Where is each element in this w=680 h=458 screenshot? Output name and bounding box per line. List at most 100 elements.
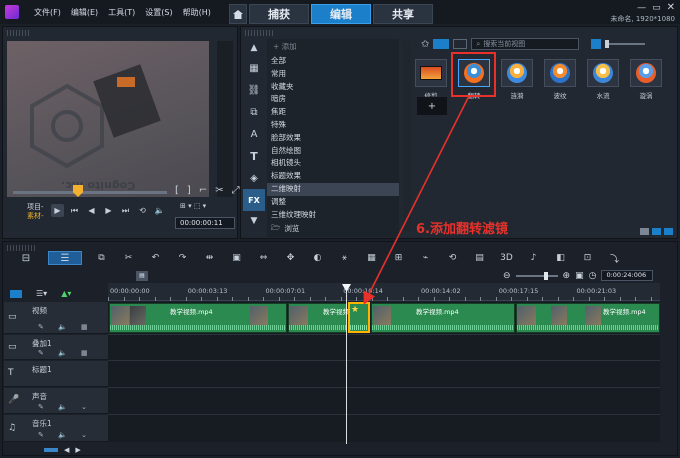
category-item[interactable]: 特殊 xyxy=(267,119,399,132)
home-button[interactable] xyxy=(229,4,247,24)
effect-item[interactable]: 涟漪 xyxy=(501,59,533,100)
mark-in-icon[interactable]: [ xyxy=(175,185,179,196)
media-icon[interactable]: ▦ xyxy=(243,57,265,79)
view-list-icon[interactable] xyxy=(453,39,468,49)
play-button[interactable]: ▶ xyxy=(51,204,64,217)
volume-button[interactable]: 🔈 xyxy=(153,204,166,217)
maximize-button[interactable]: ▭ xyxy=(652,3,661,13)
thumbnail-size-slider[interactable] xyxy=(605,40,646,48)
effect-item[interactable]: 漩涡 xyxy=(630,59,662,100)
menu-tools[interactable]: 工具(T) xyxy=(108,7,135,18)
fx-icon[interactable]: ⤵ xyxy=(601,251,628,265)
minimize-button[interactable]: — xyxy=(637,3,646,13)
timecode-field[interactable]: 00:00:00:11 xyxy=(175,217,235,229)
clip-mode[interactable]: 素材- xyxy=(27,211,44,221)
end-button[interactable]: ⏭ xyxy=(119,204,132,217)
prev-frame-button[interactable]: ◀ xyxy=(85,204,98,217)
category-item[interactable]: 调整 xyxy=(267,196,399,209)
import-icon[interactable] xyxy=(640,228,649,235)
effect-item[interactable]: 波纹 xyxy=(544,59,576,100)
track-header[interactable]: ▭ 叠加1 ✎ 🔈 ▦ xyxy=(4,335,108,360)
split-icon[interactable]: ⌐ xyxy=(199,185,207,196)
mark-out-icon[interactable]: ] xyxy=(187,185,191,196)
category-item[interactable]: 标题效果 xyxy=(267,170,399,183)
category-item[interactable]: 相机镜头 xyxy=(267,157,399,170)
trim-icon[interactable]: ⇹ xyxy=(196,251,223,265)
stretch-icon[interactable]: ⇔ xyxy=(250,251,277,265)
chapter-list-icon[interactable]: ☰▾ xyxy=(36,289,47,298)
add-category-button[interactable]: + 添加 xyxy=(267,39,399,53)
zoom-out-icon[interactable]: ⊖ xyxy=(503,271,511,281)
add-track-icon[interactable]: ▲▾ xyxy=(61,289,71,298)
thumbnail-size-icon[interactable] xyxy=(591,39,602,49)
close-button[interactable]: ✕ xyxy=(667,2,675,13)
video-clip[interactable]: 教学视频.mp4 xyxy=(109,303,287,333)
tab-edit[interactable]: 编辑 xyxy=(311,4,371,24)
redo-icon[interactable]: ↷ xyxy=(169,251,196,265)
repeat-button[interactable]: ⟲ xyxy=(136,204,149,217)
zoom-bar[interactable] xyxy=(44,448,58,452)
home-start-button[interactable]: ⏮ xyxy=(68,204,81,217)
menu-settings[interactable]: 设置(S) xyxy=(145,7,172,18)
storyboard-view-icon[interactable]: ⊟ xyxy=(12,251,40,265)
effect-item[interactable]: 修剪 xyxy=(415,59,447,100)
fx-filter-icon[interactable]: FX xyxy=(243,189,265,211)
snapshot-icon[interactable]: ✂ xyxy=(215,185,223,196)
scroll-left-icon[interactable]: ◀ xyxy=(64,446,69,454)
menu-file[interactable]: 文件(F) xyxy=(34,7,61,18)
mix-icon[interactable]: ✂ xyxy=(115,251,142,265)
star-filter-icon[interactable]: ✩ xyxy=(421,39,429,50)
loop-icon[interactable]: ⟲ xyxy=(439,251,466,265)
motion-icon[interactable]: ⚹ xyxy=(331,251,358,265)
tab-capture[interactable]: 捕获 xyxy=(249,4,309,24)
chapter-icon[interactable]: ▤ xyxy=(136,271,148,281)
instant-project-icon[interactable]: ⛓ xyxy=(243,79,265,101)
transition-icon[interactable]: ⧉ xyxy=(243,101,265,123)
category-item[interactable]: 暗房 xyxy=(267,93,399,106)
timeline-view-icon[interactable]: ☰ xyxy=(48,251,82,265)
speed-icon[interactable]: ⌁ xyxy=(412,251,439,265)
scrubber-track[interactable] xyxy=(13,191,167,194)
category-item[interactable]: 全部 xyxy=(267,55,399,68)
video-clip[interactable]: 教学视频.mp4 xyxy=(516,303,660,333)
title-icon-A[interactable]: A xyxy=(243,123,265,145)
multicam-icon[interactable]: ▦ xyxy=(358,251,385,265)
graphics-icon[interactable]: ◈ xyxy=(243,167,265,189)
split-screen-icon[interactable]: ⊞ xyxy=(385,251,412,265)
category-item[interactable]: 三维纹理映射 xyxy=(267,209,399,222)
track-controls[interactable]: ✎ 🔈 ⌄ xyxy=(38,403,93,411)
scroll-down-icon[interactable]: ▼ xyxy=(243,211,265,231)
track-controls[interactable]: ✎ 🔈 ⌄ xyxy=(38,431,93,439)
time-ruler[interactable]: 00:00:00:00 00:00:03:13 00:00:07:01 00:00:1… xyxy=(108,283,660,301)
tab-share[interactable]: 共享 xyxy=(373,4,433,24)
subtitle-icon[interactable]: ▤ xyxy=(466,251,493,265)
fit-icon[interactable]: ▣ xyxy=(575,271,584,281)
menu-edit[interactable]: 编辑(E) xyxy=(71,7,98,18)
track-header[interactable]: ▭ 视频 ✎ 🔈 ▦ xyxy=(4,302,108,334)
scroll-right-icon[interactable]: ▶ xyxy=(75,446,80,454)
next-frame-button[interactable]: ▶ xyxy=(102,204,115,217)
category-item[interactable]: 常用 xyxy=(267,68,399,81)
track-header[interactable]: T 标题1 xyxy=(4,361,108,387)
video-clip[interactable]: 教学视频.mp4 xyxy=(288,303,366,333)
track-manager-icon[interactable] xyxy=(10,289,22,298)
3d-title-icon[interactable]: 3D xyxy=(493,251,520,265)
track-controls[interactable]: ✎ 🔈 ▦ xyxy=(38,323,94,331)
effect-item[interactable]: 水流 xyxy=(587,59,619,100)
menu-help[interactable]: 帮助(H) xyxy=(183,7,211,18)
title-icon[interactable]: T xyxy=(243,145,265,167)
category-item[interactable]: 自然绘图 xyxy=(267,145,399,158)
enlarge-icon[interactable]: ⤢ xyxy=(232,185,240,196)
category-item[interactable]: 二维映射 xyxy=(267,182,399,196)
overlay-icon[interactable]: ⊡ xyxy=(574,251,601,265)
undo-icon[interactable]: ↶ xyxy=(142,251,169,265)
view-thumbnail-icon[interactable] xyxy=(433,39,450,49)
record-icon[interactable]: ⧉ xyxy=(88,251,115,265)
video-clip[interactable]: 教学视频.mp4 xyxy=(371,303,515,333)
panel-splitter[interactable] xyxy=(403,41,411,231)
zoom-in-icon[interactable]: ⊕ xyxy=(563,271,571,281)
track-controls[interactable]: ✎ 🔈 ▦ xyxy=(38,349,94,357)
color-icon[interactable]: ◧ xyxy=(547,251,574,265)
selected-clip[interactable]: ★ xyxy=(348,302,370,333)
category-item[interactable]: 脸部效果 xyxy=(267,132,399,145)
